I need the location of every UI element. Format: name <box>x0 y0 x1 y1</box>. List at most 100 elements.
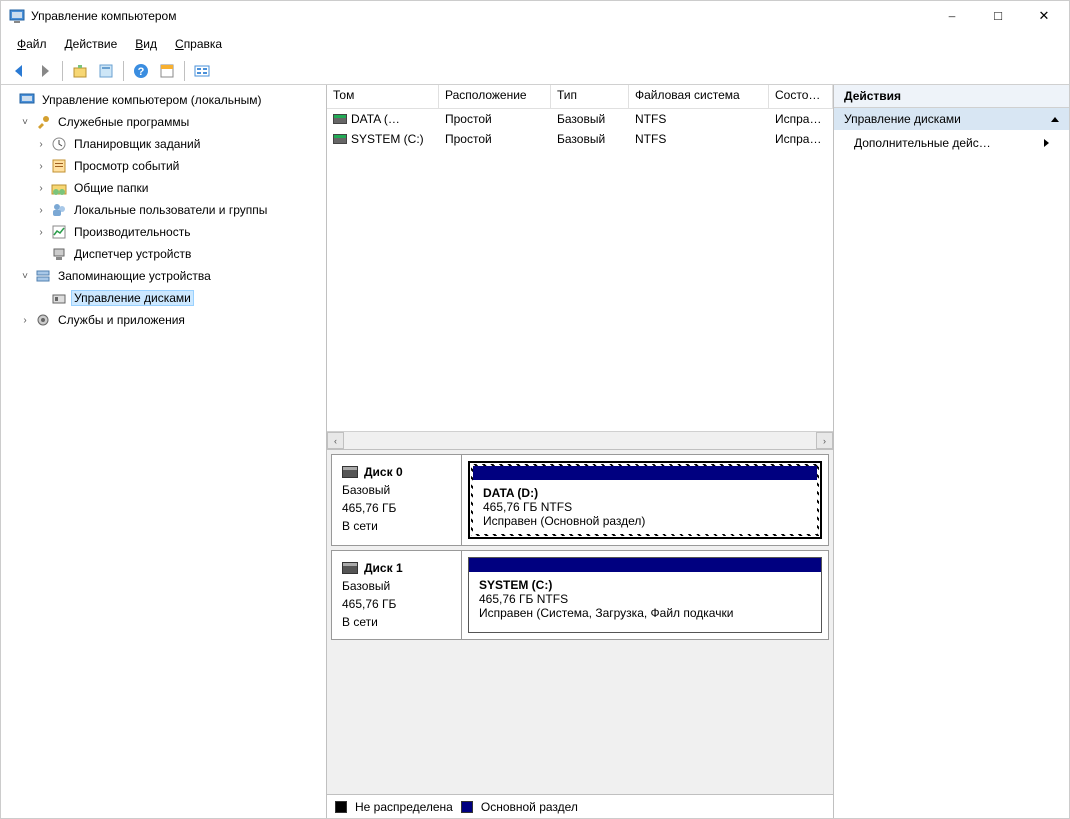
minimize-button[interactable]: – <box>929 1 975 31</box>
scroll-right-icon[interactable]: › <box>816 432 833 449</box>
partition-info: 465,76 ГБ NTFS <box>483 500 807 514</box>
forward-button[interactable] <box>33 60 57 82</box>
disk-name: Диск 0 <box>364 463 403 481</box>
volume-type: Базовый <box>551 111 629 127</box>
swatch-primary <box>461 801 473 813</box>
list-button[interactable] <box>190 60 214 82</box>
users-icon <box>51 202 67 218</box>
window: Управление компьютером – □ ✕ Файл Действ… <box>0 0 1070 819</box>
maximize-button[interactable]: □ <box>975 1 1021 31</box>
col-status[interactable]: Состо… <box>769 85 833 108</box>
horizontal-scrollbar[interactable]: ‹ › <box>327 431 833 449</box>
col-type[interactable]: Тип <box>551 85 629 108</box>
volume-type: Базовый <box>551 131 629 147</box>
tools-icon <box>35 114 51 130</box>
volume-status: Испра… <box>769 131 833 147</box>
disk-type: Базовый <box>342 481 451 499</box>
tree-storage[interactable]: ˅ Запоминающие устройства <box>3 265 324 287</box>
back-button[interactable] <box>7 60 31 82</box>
performance-icon <box>51 224 67 240</box>
tree-devicemgr[interactable]: Диспетчер устройств <box>3 243 324 265</box>
disk-name: Диск 1 <box>364 559 403 577</box>
tree-panel[interactable]: Управление компьютером (локальным) ˅ Слу… <box>1 85 327 818</box>
expander-icon[interactable]: ˅ <box>19 117 31 128</box>
titlebar: Управление компьютером – □ ✕ <box>1 1 1069 31</box>
volume-name: SYSTEM (C:) <box>351 132 424 146</box>
expander-icon[interactable]: › <box>35 227 47 238</box>
tree-users[interactable]: › Локальные пользователи и группы <box>3 199 324 221</box>
submenu-icon <box>1044 139 1049 147</box>
disk-icon <box>342 562 358 574</box>
content-area: Управление компьютером (локальным) ˅ Слу… <box>1 85 1069 818</box>
menu-help[interactable]: Справка <box>167 35 230 53</box>
app-icon <box>9 8 25 24</box>
tree-services[interactable]: › Службы и приложения <box>3 309 324 331</box>
col-volume[interactable]: Том <box>327 85 439 108</box>
disk-online: В сети <box>342 517 451 535</box>
volume-list[interactable]: Том Расположение Тип Файловая система Со… <box>327 85 833 450</box>
disk-map[interactable]: Диск 0Базовый465,76 ГБВ сетиDATA (D:)465… <box>327 450 833 794</box>
actions-panel: Действия Управление дисками Дополнительн… <box>834 85 1069 818</box>
partition[interactable]: SYSTEM (C:)465,76 ГБ NTFSИсправен (Систе… <box>468 557 822 633</box>
legend-primary: Основной раздел <box>481 800 578 814</box>
disk-info: Диск 1Базовый465,76 ГБВ сети <box>332 551 462 639</box>
tree-diskmgmt[interactable]: Управление дисками <box>3 287 324 309</box>
tree-utilities[interactable]: ˅ Служебные программы <box>3 111 324 133</box>
volume-row[interactable]: SYSTEM (C:)ПростойБазовыйNTFSИспра… <box>327 129 833 149</box>
disk-icon <box>342 466 358 478</box>
expander-icon[interactable]: › <box>35 183 47 194</box>
svg-text:?: ? <box>138 66 145 78</box>
disk-block[interactable]: Диск 0Базовый465,76 ГБВ сетиDATA (D:)465… <box>331 454 829 546</box>
disk-info: Диск 0Базовый465,76 ГБВ сети <box>332 455 462 545</box>
legend: Не распределена Основной раздел <box>327 794 833 818</box>
close-button[interactable]: ✕ <box>1021 1 1067 31</box>
event-icon <box>51 158 67 174</box>
legend-unallocated: Не распределена <box>355 800 453 814</box>
expander-icon[interactable]: ˅ <box>19 271 31 282</box>
col-fs[interactable]: Файловая система <box>629 85 769 108</box>
swatch-unallocated <box>335 801 347 813</box>
volume-fs: NTFS <box>629 111 769 127</box>
refresh-button[interactable] <box>155 60 179 82</box>
tree-sharedfolders[interactable]: › Общие папки <box>3 177 324 199</box>
partition-name: DATA (D:) <box>483 486 807 500</box>
storage-icon <box>35 268 51 284</box>
menubar: Файл Действие Вид Справка <box>1 31 1069 57</box>
center-panel: Том Расположение Тип Файловая система Со… <box>327 85 834 818</box>
partition[interactable]: DATA (D:)465,76 ГБ NTFSИсправен (Основно… <box>468 461 822 539</box>
actions-more[interactable]: Дополнительные дейс… <box>834 130 1069 156</box>
expander-icon[interactable]: › <box>35 139 47 150</box>
volume-name: DATA (… <box>351 112 400 126</box>
menu-view[interactable]: Вид <box>127 35 165 53</box>
scroll-left-icon[interactable]: ‹ <box>327 432 344 449</box>
disk-size: 465,76 ГБ <box>342 595 451 613</box>
col-layout[interactable]: Расположение <box>439 85 551 108</box>
services-icon <box>35 312 51 328</box>
tree-eventviewer[interactable]: › Просмотр событий <box>3 155 324 177</box>
volume-status: Испра… <box>769 111 833 127</box>
actions-diskmgmt[interactable]: Управление дисками <box>834 108 1069 130</box>
disk-size: 465,76 ГБ <box>342 499 451 517</box>
menu-action[interactable]: Действие <box>57 35 126 53</box>
menu-file[interactable]: Файл <box>9 35 55 53</box>
disk-block[interactable]: Диск 1Базовый465,76 ГБВ сетиSYSTEM (C:)4… <box>331 550 829 640</box>
toolbar: ? <box>1 57 1069 85</box>
volume-row[interactable]: DATA (… ПростойБазовыйNTFSИспра… <box>327 109 833 129</box>
actions-header: Действия <box>834 85 1069 108</box>
tree-root[interactable]: Управление компьютером (локальным) <box>3 89 324 111</box>
properties-button[interactable] <box>94 60 118 82</box>
volume-icon <box>333 134 347 144</box>
partition-info: 465,76 ГБ NTFS <box>479 592 811 606</box>
expander-icon[interactable]: › <box>35 161 47 172</box>
up-button[interactable] <box>68 60 92 82</box>
volume-layout: Простой <box>439 111 551 127</box>
clock-icon <box>51 136 67 152</box>
computer-icon <box>19 92 35 108</box>
expander-icon[interactable]: › <box>35 205 47 216</box>
tree-performance[interactable]: › Производительность <box>3 221 324 243</box>
help-button[interactable]: ? <box>129 60 153 82</box>
tree-scheduler[interactable]: › Планировщик заданий <box>3 133 324 155</box>
disk-online: В сети <box>342 613 451 631</box>
expander-icon[interactable]: › <box>19 315 31 326</box>
disk-type: Базовый <box>342 577 451 595</box>
